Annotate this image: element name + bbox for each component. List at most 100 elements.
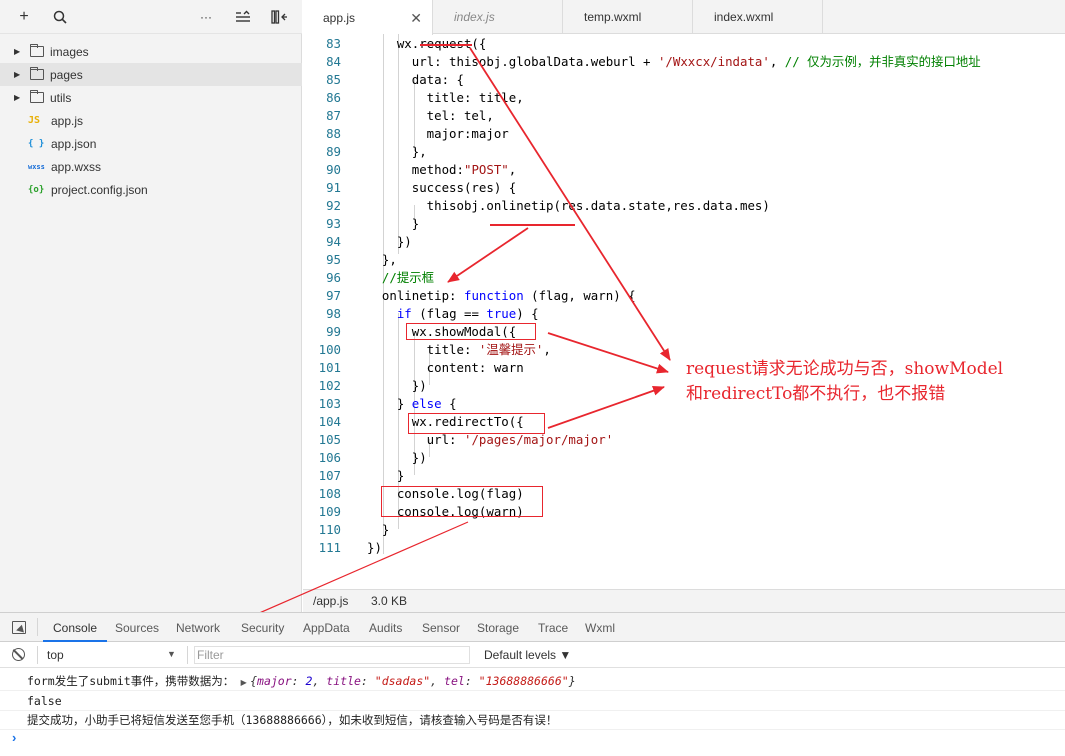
code-line[interactable]: 89 }, [303, 143, 1065, 161]
divider [37, 646, 38, 664]
code-line[interactable]: 97 onlinetip: function (flag, warn) { [303, 287, 1065, 305]
line-number: 101 [318, 360, 341, 375]
tab-appdata[interactable]: AppData [303, 621, 350, 635]
line-number: 96 [326, 270, 341, 285]
code-text: tel: tel, [367, 108, 494, 123]
code-line[interactable]: 84 url: thisobj.globalData.weburl + '/Wx… [303, 53, 1065, 71]
code-line[interactable]: 83 wx.request({ [303, 35, 1065, 53]
console-filterbar: top ▼ Default levels ▼ [0, 642, 1065, 668]
tree-file-app-js[interactable]: JS app.js [0, 109, 302, 132]
code-line[interactable]: 90 method:"POST", [303, 161, 1065, 179]
code-line[interactable]: 94 }) [303, 233, 1065, 251]
tree-folder-pages[interactable]: ▶ pages [0, 63, 302, 86]
wxss-file-icon: wxss [28, 162, 45, 171]
line-number: 107 [318, 468, 341, 483]
tab-security[interactable]: Security [241, 621, 284, 635]
line-number: 108 [318, 486, 341, 501]
console-object-preview[interactable]: {major: 2, title: "dsadas", tel: "136888… [250, 674, 576, 688]
line-number: 93 [326, 216, 341, 231]
search-icon[interactable] [51, 8, 69, 26]
code-line[interactable]: 95 }, [303, 251, 1065, 269]
status-file-size: 3.0 KB [371, 594, 408, 608]
clear-console-icon[interactable] [12, 648, 25, 661]
tree-folder-images[interactable]: ▶ images [0, 40, 302, 63]
add-icon[interactable]: + [15, 8, 33, 26]
annotation-note: request请求无论成功与否，showModel 和redirectTo都不执… [686, 357, 1056, 407]
tab-network[interactable]: Network [176, 621, 220, 635]
code-line[interactable]: 91 success(res) { [303, 179, 1065, 197]
code-line[interactable]: 85 data: { [303, 71, 1065, 89]
code-text: method:"POST", [367, 162, 517, 177]
tab-console[interactable]: Console [53, 621, 97, 635]
console-text: 提交成功，小助手已将短信发送至您手机（13688886666），如未收到短信，请… [27, 713, 558, 727]
tree-label: app.json [51, 136, 97, 151]
filter-input[interactable] [194, 646, 470, 664]
tab-trace[interactable]: Trace [538, 621, 568, 635]
line-number: 100 [318, 342, 341, 357]
expand-arrow-icon[interactable]: ▶ [14, 70, 22, 79]
log-levels-select[interactable]: Default levels ▼ [484, 648, 571, 662]
divider [37, 618, 38, 636]
tab-storage[interactable]: Storage [477, 621, 519, 635]
line-number: 90 [326, 162, 341, 177]
code-line[interactable]: 98 if (flag == true) { [303, 305, 1065, 323]
editor-statusbar: /app.js 3.0 KB [303, 589, 1065, 612]
code-line[interactable]: 110 } [303, 521, 1065, 539]
tree-folder-utils[interactable]: ▶ utils [0, 86, 302, 109]
folder-icon [30, 67, 44, 80]
line-number: 104 [318, 414, 341, 429]
code-line[interactable]: 106 }) [303, 449, 1065, 467]
tree-file-app-wxss[interactable]: wxss app.wxss [0, 155, 302, 178]
tab-wxml[interactable]: Wxml [585, 621, 615, 635]
code-text: success(res) { [367, 180, 517, 195]
code-line[interactable]: 87 tel: tel, [303, 107, 1065, 125]
explorer-toolbar: + ··· [0, 0, 302, 34]
tab-index-js[interactable]: index.js [433, 0, 563, 34]
code-text: //提示框 [367, 270, 435, 285]
line-number: 87 [326, 108, 341, 123]
code-line[interactable]: 111}) [303, 539, 1065, 557]
tab-sources[interactable]: Sources [115, 621, 159, 635]
code-line[interactable]: 92 thisobj.onlinetip(res.data.state,res.… [303, 197, 1065, 215]
tab-label: temp.wxml [584, 10, 642, 24]
expand-triangle-icon[interactable]: ▶ [241, 678, 247, 687]
code-text: } [367, 522, 390, 537]
code-text: }, [367, 144, 427, 159]
code-text: onlinetip: function (flag, warn) { [367, 288, 636, 303]
console-prompt[interactable]: › [12, 730, 16, 745]
highlight-box-redirectto [408, 413, 545, 434]
tree-label: utils [50, 90, 72, 105]
code-text: title: '温馨提示', [367, 342, 551, 357]
tab-temp-wxml[interactable]: temp.wxml [563, 0, 693, 34]
line-number: 95 [326, 252, 341, 267]
tree-file-app-json[interactable]: { } app.json [0, 132, 302, 155]
line-number: 98 [326, 306, 341, 321]
code-text: }) [367, 540, 382, 555]
config-file-icon: {o} [28, 184, 45, 195]
more-icon[interactable]: ··· [197, 8, 215, 26]
divider [187, 646, 188, 664]
annotation-line: 和redirectTo都不执行，也不报错 [686, 384, 946, 404]
close-icon[interactable]: ✕ [410, 10, 422, 27]
line-number: 109 [318, 504, 341, 519]
inspect-icon[interactable] [12, 621, 26, 634]
collapse-all-icon[interactable] [234, 8, 252, 26]
highlight-box-console-log [381, 486, 543, 517]
code-line[interactable]: 93 } [303, 215, 1065, 233]
tab-app-js[interactable]: app.js ✕ [303, 0, 433, 35]
code-line[interactable]: 88 major:major [303, 125, 1065, 143]
tab-audits[interactable]: Audits [369, 621, 402, 635]
expand-arrow-icon[interactable]: ▶ [14, 47, 22, 56]
tab-index-wxml[interactable]: index.wxml [693, 0, 823, 34]
tree-file-project-config[interactable]: {o} project.config.json [0, 178, 302, 201]
line-number: 85 [326, 72, 341, 87]
code-line[interactable]: 107 } [303, 467, 1065, 485]
split-view-icon[interactable] [270, 8, 288, 26]
file-explorer: + ··· ▶ images ▶ pages ▶ utils JS app.js… [0, 0, 302, 612]
code-line[interactable]: 86 title: title, [303, 89, 1065, 107]
tab-sensor[interactable]: Sensor [422, 621, 460, 635]
code-line[interactable]: 96 //提示框 [303, 269, 1065, 287]
context-select[interactable]: top [47, 648, 64, 662]
dropdown-arrow-icon[interactable]: ▼ [167, 649, 176, 659]
expand-arrow-icon[interactable]: ▶ [14, 93, 22, 102]
